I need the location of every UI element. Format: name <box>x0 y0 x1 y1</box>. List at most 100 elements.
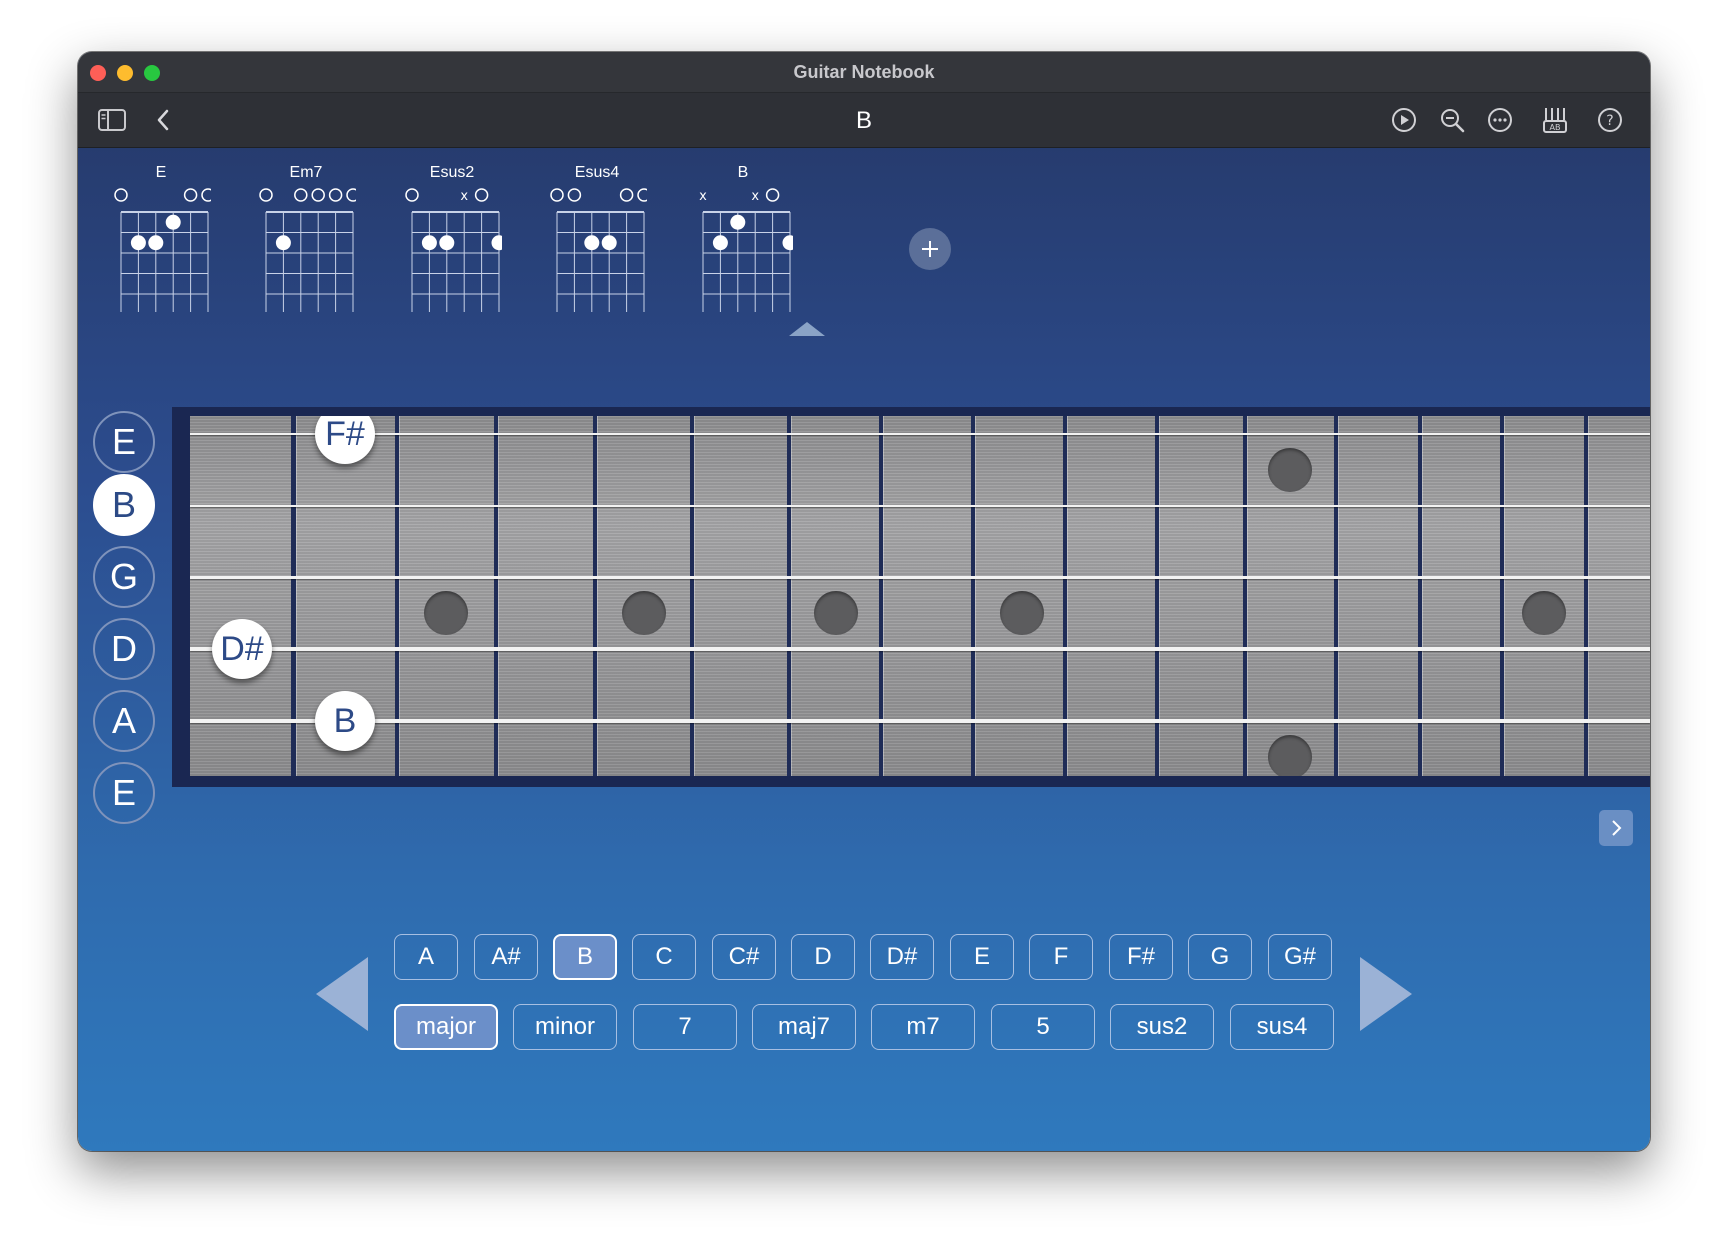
string-button[interactable]: A <box>93 690 155 752</box>
fretboard-note[interactable]: F# <box>315 416 375 464</box>
scroll-right-button[interactable] <box>1599 810 1633 846</box>
open-string-marker <box>765 188 780 202</box>
finger-dot <box>275 235 291 251</box>
fret-inlay <box>622 591 666 635</box>
open-string-marker <box>294 188 308 202</box>
chord-name: B <box>737 164 749 181</box>
key-button[interactable]: F# <box>1109 934 1173 980</box>
chord-type-button[interactable]: 5 <box>991 1004 1095 1050</box>
fret-inlay <box>1522 591 1566 635</box>
plus-icon <box>922 241 938 257</box>
next-chord-button[interactable] <box>1358 957 1412 1036</box>
key-button[interactable]: E <box>950 934 1014 980</box>
open-string-marker <box>311 188 325 202</box>
left-arrow-icon <box>316 957 368 1031</box>
finger-dot <box>712 235 728 251</box>
open-string-marker <box>619 188 634 202</box>
zoom-out-button[interactable] <box>1438 106 1466 134</box>
open-string-marker <box>201 188 211 202</box>
guitar-string <box>190 647 1650 651</box>
tuner-button[interactable]: AB <box>1540 106 1572 134</box>
open-string-marker <box>183 188 198 202</box>
more-icon <box>1488 108 1512 132</box>
chevron-right-icon <box>1612 820 1622 836</box>
fret-inlay <box>1268 448 1312 492</box>
play-button[interactable] <box>1390 106 1418 134</box>
open-string-marker <box>259 188 273 202</box>
fret-inlay <box>1268 735 1312 776</box>
key-button[interactable]: A <box>394 934 458 980</box>
tuner-icon: AB <box>1543 108 1567 133</box>
chord-name: Em7 <box>289 164 323 181</box>
chord-grid: xx <box>699 188 793 312</box>
more-button[interactable] <box>1486 106 1514 134</box>
fretboard-note[interactable]: B <box>315 691 375 751</box>
add-chord-button[interactable] <box>909 228 951 270</box>
window-title: Guitar Notebook <box>793 62 935 82</box>
string-button[interactable]: G <box>93 546 155 608</box>
muted-string-marker: x <box>751 189 759 204</box>
key-button[interactable]: G <box>1188 934 1252 980</box>
chord-type-button[interactable]: maj7 <box>752 1004 856 1050</box>
string-button[interactable]: D <box>93 618 155 680</box>
finger-dot <box>439 235 455 251</box>
play-icon <box>1392 108 1416 132</box>
title-bar: Guitar Notebook <box>78 52 1650 93</box>
open-string-marker <box>474 188 489 202</box>
chord-type-button[interactable]: m7 <box>871 1004 975 1050</box>
selected-chord-indicator <box>789 322 825 336</box>
chord-grid <box>114 188 211 312</box>
finger-dot <box>730 214 746 230</box>
string-button[interactable]: E <box>93 411 155 473</box>
key-button[interactable]: D# <box>870 934 934 980</box>
fret-inlay <box>814 591 858 635</box>
chord-grid: x <box>405 188 502 312</box>
fret-inlay <box>1000 591 1044 635</box>
chord-type-button[interactable]: sus4 <box>1230 1004 1334 1050</box>
chord-type-button[interactable]: major <box>394 1004 498 1050</box>
chord-grid <box>259 188 356 312</box>
svg-text:AB: AB <box>1550 123 1561 132</box>
chord-type-button[interactable]: sus2 <box>1110 1004 1214 1050</box>
chord-type-button[interactable]: minor <box>513 1004 617 1050</box>
key-button[interactable]: C <box>632 934 696 980</box>
help-button[interactable]: ? <box>1596 106 1624 134</box>
chord-grid <box>550 188 647 312</box>
toolbar: B AB ? <box>78 93 1650 148</box>
finger-dot <box>421 235 437 251</box>
fret-inlay <box>424 591 468 635</box>
svg-text:?: ? <box>1606 113 1613 129</box>
fretboard: F# D# B <box>172 407 1650 787</box>
open-string-marker <box>346 188 356 202</box>
guitar-string <box>190 504 1650 508</box>
finger-dot <box>148 235 164 251</box>
zoom-out-icon <box>1441 109 1465 133</box>
open-string-marker <box>550 188 564 202</box>
finger-dot <box>782 235 793 251</box>
key-button[interactable]: A# <box>474 934 538 980</box>
chord-name: Esus4 <box>574 164 620 181</box>
chord-name: E <box>155 164 167 181</box>
app-window: Guitar Notebook B AB ? E Em7 Esus2 x Esus4 Bx… <box>78 52 1650 1151</box>
finger-dot <box>130 235 146 251</box>
key-button[interactable]: F <box>1029 934 1093 980</box>
chord-name: Esus2 <box>429 164 475 181</box>
fretboard-wood: F# D# B <box>190 416 1650 776</box>
open-string-marker <box>328 188 343 202</box>
guitar-string <box>190 433 1650 435</box>
string-button[interactable]: E <box>93 762 155 824</box>
finger-dot <box>165 214 181 230</box>
key-button[interactable]: G# <box>1268 934 1332 980</box>
string-button[interactable]: B <box>93 474 155 536</box>
key-button[interactable]: D <box>791 934 855 980</box>
key-button[interactable]: C# <box>712 934 776 980</box>
guitar-string <box>190 575 1650 579</box>
open-string-marker <box>405 188 419 202</box>
open-string-marker <box>637 188 647 202</box>
previous-chord-button[interactable] <box>316 957 370 1036</box>
key-button[interactable]: B <box>553 934 617 980</box>
fretboard-note[interactable]: D# <box>212 619 272 679</box>
muted-string-marker: x <box>699 189 707 204</box>
chord-type-button[interactable]: 7 <box>633 1004 737 1050</box>
muted-string-marker: x <box>460 189 468 204</box>
